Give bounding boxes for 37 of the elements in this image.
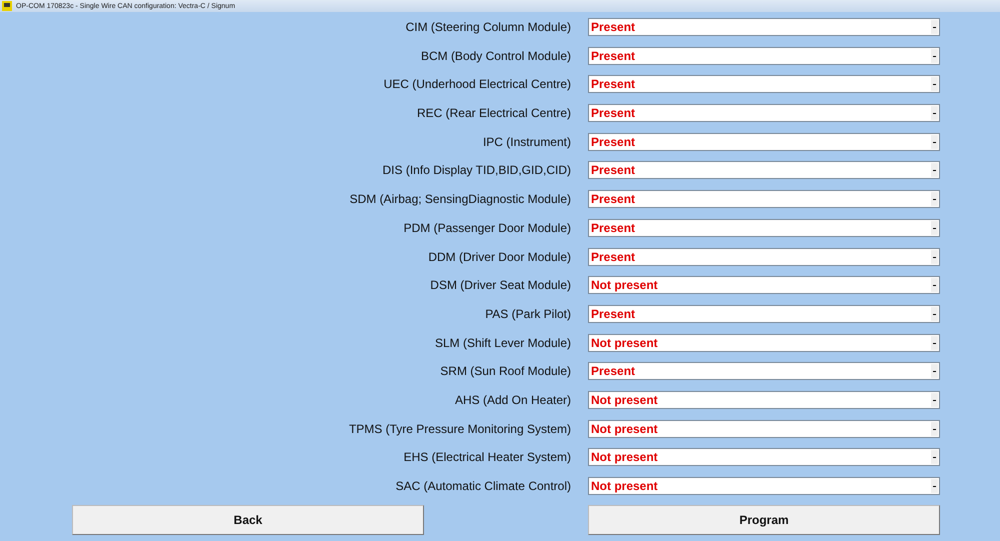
module-label: DSM (Driver Seat Module) xyxy=(429,277,571,294)
module-label: DDM (Driver Door Module) xyxy=(427,248,571,266)
module-label: DIS (Info Display TID,BID,GID,CID) xyxy=(382,162,571,180)
module-label: SAC (Automatic Climate Control) xyxy=(394,478,571,495)
back-button[interactable]: Back xyxy=(72,505,424,535)
module-dropdown[interactable]: Not present xyxy=(588,420,940,438)
module-label: AHS (Add On Heater) xyxy=(454,392,571,409)
module-label: IPC (Instrument) xyxy=(482,134,571,151)
module-dropdown[interactable]: Present xyxy=(588,190,940,208)
module-label: SLM (Shift Lever Module) xyxy=(434,334,571,352)
module-label: EHS (Electrical Heater System) xyxy=(402,449,571,466)
module-label: BCM (Body Control Module) xyxy=(420,48,571,65)
module-dropdown[interactable]: Not present xyxy=(588,334,940,352)
module-label: SDM (Airbag; SensingDiagnostic Module) xyxy=(348,191,571,208)
module-dropdown[interactable]: Not present xyxy=(588,276,940,294)
module-label: UEC (Underhood Electrical Centre) xyxy=(382,76,571,94)
module-dropdown[interactable]: Present xyxy=(588,362,940,380)
module-dropdown[interactable]: Present xyxy=(588,104,940,122)
module-label: SRM (Sun Roof Module) xyxy=(439,363,571,380)
module-dropdown[interactable]: Not present xyxy=(588,477,940,495)
module-dropdown[interactable]: Present xyxy=(588,218,940,237)
module-label: PDM (Passenger Door Module) xyxy=(402,220,571,237)
module-dropdown[interactable]: Present xyxy=(588,18,940,36)
module-dropdown[interactable]: Present xyxy=(588,46,940,65)
module-dropdown[interactable]: Present xyxy=(588,248,940,266)
module-label: TPMS (Tyre Pressure Monitoring System) xyxy=(348,420,571,438)
app-icon xyxy=(2,1,12,11)
module-label: CIM (Steering Column Module) xyxy=(404,19,571,36)
module-dropdown[interactable]: Present xyxy=(588,75,940,94)
module-dropdown[interactable]: Not present xyxy=(588,390,940,409)
module-dropdown[interactable]: Present xyxy=(588,161,940,180)
module-label: PAS (Park Pilot) xyxy=(484,306,571,323)
module-label: REC (Rear Electrical Centre) xyxy=(416,105,571,122)
program-button[interactable]: Program xyxy=(588,505,940,535)
module-dropdown[interactable]: Present xyxy=(588,304,940,323)
module-dropdown[interactable]: Not present xyxy=(588,448,940,466)
module-dropdown[interactable]: Present xyxy=(588,132,940,151)
